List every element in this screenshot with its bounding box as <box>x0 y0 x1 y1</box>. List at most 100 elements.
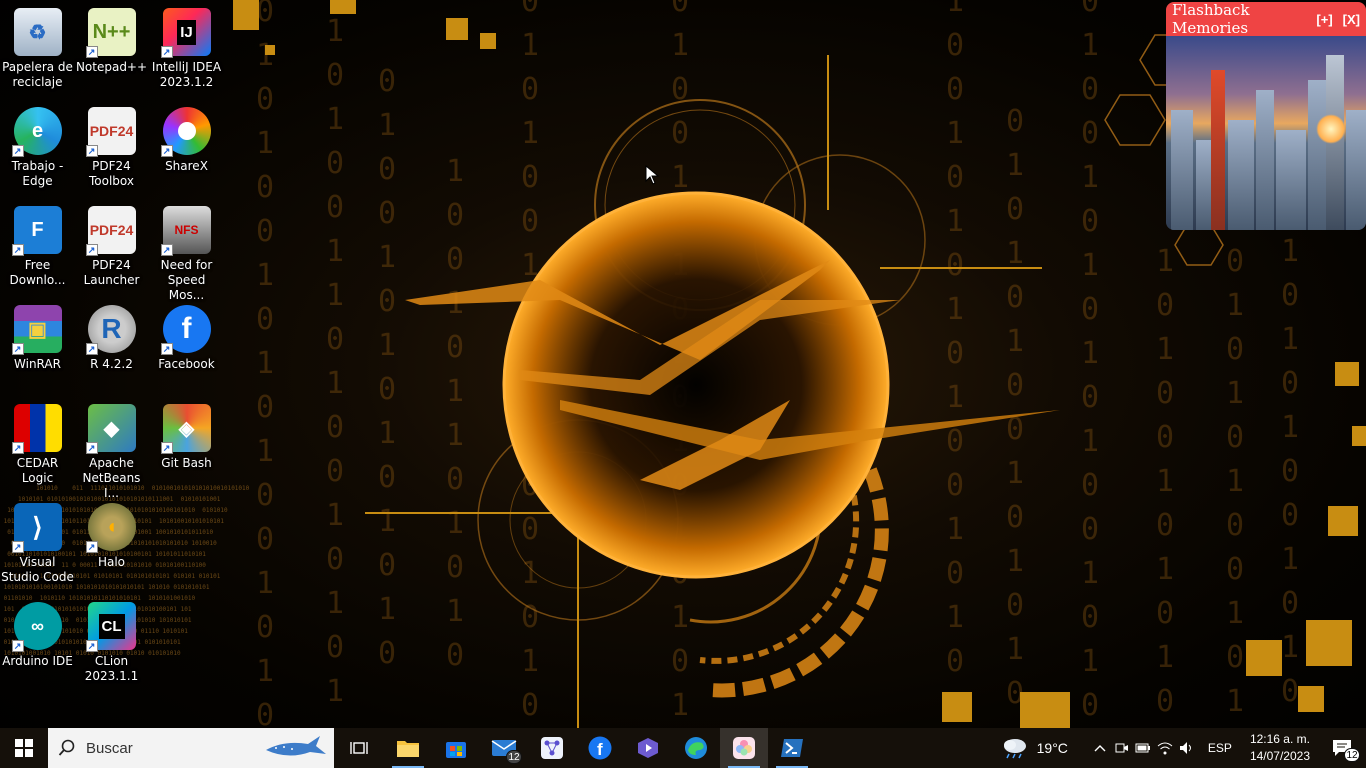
taskbar-photos-active[interactable] <box>720 728 768 768</box>
tray-clock[interactable]: 12:16 a. m. 14/07/2023 <box>1242 731 1318 765</box>
vscode-icon: ⟩ ↗ <box>11 503 62 553</box>
wifi-icon <box>1157 742 1173 755</box>
recycle-bin-icon: ♻ <box>13 8 62 56</box>
widget-add-button[interactable]: [+] <box>1316 12 1332 27</box>
desktop-icon-arduino[interactable]: ∞ ↗ Arduino IDE <box>0 602 75 669</box>
desktop-icon-intellij[interactable]: IJ ↗ IntelliJ IDEA 2023.1.2 <box>149 8 224 90</box>
cedar-logic-icon: ↗ <box>11 404 62 454</box>
desktop-icon-label: CLion 2023.1.1 <box>84 654 139 683</box>
edge-icon <box>685 737 707 759</box>
taskbar-microsoft-store[interactable] <box>432 728 480 768</box>
desktop-icon-free-download-manager[interactable]: F ↗ Free Downlo... <box>0 206 75 288</box>
desktop-icon-label: Git Bash <box>161 456 212 470</box>
desktop-icon-label: Notepad++ <box>75 60 148 74</box>
weather-temperature: 19°C <box>1036 740 1068 756</box>
facebook-icon: f ↗ <box>160 305 211 355</box>
desktop-icon-notepad-plus-plus[interactable]: N++ ↗ Notepad++ <box>74 8 149 75</box>
city-skyline-photo[interactable] <box>1166 36 1366 230</box>
photos-flower-icon <box>733 737 755 759</box>
desktop-icon-edge-work[interactable]: e ↗ Trabajo - Edge <box>0 107 75 189</box>
taskbar-powershell[interactable] <box>768 728 816 768</box>
pdf24-sheep-icon: PDF24 ↗ <box>85 206 136 256</box>
tray-volume[interactable] <box>1176 728 1198 768</box>
halo-helmet-icon: ◖ ↗ <box>85 503 136 553</box>
taskbar: Buscar 12 f 19°C ESP 12:16 a. m. 14/07/2… <box>0 728 1366 768</box>
desktop-icon-label: PDF24 Toolbox <box>89 159 134 188</box>
windows-logo-icon <box>15 739 33 757</box>
desktop-icon-pdf24-toolbox[interactable]: PDF24 ↗ PDF24 Toolbox <box>74 107 149 189</box>
tray-battery[interactable] <box>1132 728 1154 768</box>
clock-date: 14/07/2023 <box>1249 749 1310 763</box>
desktop-icon-cedar-logic[interactable]: ↗ CEDAR Logic <box>0 404 75 486</box>
git-bash-icon: ◈ ↗ <box>160 404 211 454</box>
taskbar-edge[interactable] <box>672 728 720 768</box>
r-language-icon: R ↗ <box>85 305 136 355</box>
desktop-icon-label: Facebook <box>158 357 215 371</box>
taskbar-facebook[interactable]: f <box>576 728 624 768</box>
taskbar-clipchamp[interactable] <box>624 728 672 768</box>
desktop-icon-label: Papelera de reciclaje <box>2 60 73 89</box>
desktop-icon-facebook[interactable]: f ↗ Facebook <box>149 305 224 372</box>
desktop-icon-label: Halo <box>97 555 126 569</box>
battery-icon <box>1135 743 1150 753</box>
speaker-icon <box>1179 742 1191 754</box>
mail-unread-badge: 12 <box>506 750 522 764</box>
task-view-icon <box>350 742 368 754</box>
clock-time: 12:16 a. m. <box>1249 732 1310 746</box>
tray-input-language[interactable]: ESP <box>1198 728 1242 768</box>
intellij-icon: IJ ↗ <box>160 8 211 58</box>
desktop-icon-label: Free Downlo... <box>9 258 66 287</box>
desktop-icon-label: Apache NetBeans I... <box>82 456 141 500</box>
desktop-icon-label: CEDAR Logic <box>16 456 59 485</box>
widget-title: Flashback Memories <box>1172 2 1250 37</box>
tray-wifi[interactable] <box>1154 728 1176 768</box>
netbeans-cube-icon: ◆ ↗ <box>85 404 136 454</box>
pdf24-sheep-icon: PDF24 ↗ <box>85 107 136 157</box>
system-tray: 19°C ESP 12:16 a. m. 14/07/2023 12 <box>995 728 1366 768</box>
weather-widget[interactable]: 19°C <box>995 728 1074 768</box>
notification-center-button[interactable]: 12 <box>1318 728 1366 768</box>
desktop-icon-label: R 4.2.2 <box>90 357 133 371</box>
facebook-icon: f <box>588 736 612 760</box>
free-download-manager-icon: F ↗ <box>11 206 62 256</box>
winrar-books-icon: ▣ ↗ <box>11 305 62 355</box>
whale-shark-search-highlight-icon <box>266 736 326 756</box>
need-for-speed-icon: NFS ↗ <box>160 206 211 256</box>
desktop-icon-recycle-bin[interactable]: ♻ Papelera de reciclaje <box>0 8 75 90</box>
taskbar-mail[interactable]: 12 <box>480 728 528 768</box>
sharex-icon: ↗ <box>160 107 211 157</box>
desktop-icon-label: Arduino IDE <box>2 654 73 668</box>
desktop-icon-label: Need for Speed Mos... <box>160 258 213 302</box>
arduino-icon: ∞ ↗ <box>11 602 62 652</box>
tray-meet-now[interactable] <box>1112 728 1132 768</box>
powershell-icon <box>781 739 803 757</box>
widget-close-button[interactable]: [X] <box>1343 12 1360 27</box>
desktop-icon-need-for-speed[interactable]: NFS ↗ Need for Speed Mos... <box>149 206 224 303</box>
taskbar-app-network[interactable] <box>528 728 576 768</box>
start-button[interactable] <box>0 728 48 768</box>
desktop-icon-r[interactable]: R ↗ R 4.2.2 <box>74 305 149 372</box>
desktop-icon-git-bash[interactable]: ◈ ↗ Git Bash <box>149 404 224 471</box>
desktop-icon-label: Trabajo - Edge <box>11 159 64 188</box>
desktop-icon-netbeans[interactable]: ◆ ↗ Apache NetBeans I... <box>74 404 149 501</box>
desktop-icon-sharex[interactable]: ↗ ShareX <box>149 107 224 174</box>
edge-icon: e ↗ <box>11 107 62 157</box>
desktop-icon-halo[interactable]: ◖ ↗ Halo <box>74 503 149 570</box>
desktop-icon-pdf24-launcher[interactable]: PDF24 ↗ PDF24 Launcher <box>74 206 149 288</box>
desktop-icon-label: WinRAR <box>14 357 61 371</box>
show-hidden-icons-button[interactable] <box>1088 728 1112 768</box>
desktop-icon-label: Visual Studio Code <box>1 555 74 584</box>
desktop-icon-winrar[interactable]: ▣ ↗ WinRAR <box>0 305 75 372</box>
notepad-plus-plus-icon: N++ ↗ <box>85 8 136 58</box>
svg-text:f: f <box>597 740 603 759</box>
camera-icon <box>1115 743 1128 753</box>
widget-titlebar[interactable]: Flashback Memories [+] [X] <box>1166 2 1366 37</box>
desktop-icon-vscode[interactable]: ⟩ ↗ Visual Studio Code <box>0 503 75 585</box>
taskbar-search-box[interactable]: Buscar <box>48 728 334 768</box>
taskbar-file-explorer[interactable] <box>384 728 432 768</box>
task-view-button[interactable] <box>336 728 384 768</box>
flashback-memories-widget: Flashback Memories [+] [X] <box>1166 2 1366 230</box>
clipchamp-icon <box>638 738 658 758</box>
desktop-icon-clion[interactable]: CL ↗ CLion 2023.1.1 <box>74 602 149 684</box>
store-bag-icon <box>446 742 466 758</box>
